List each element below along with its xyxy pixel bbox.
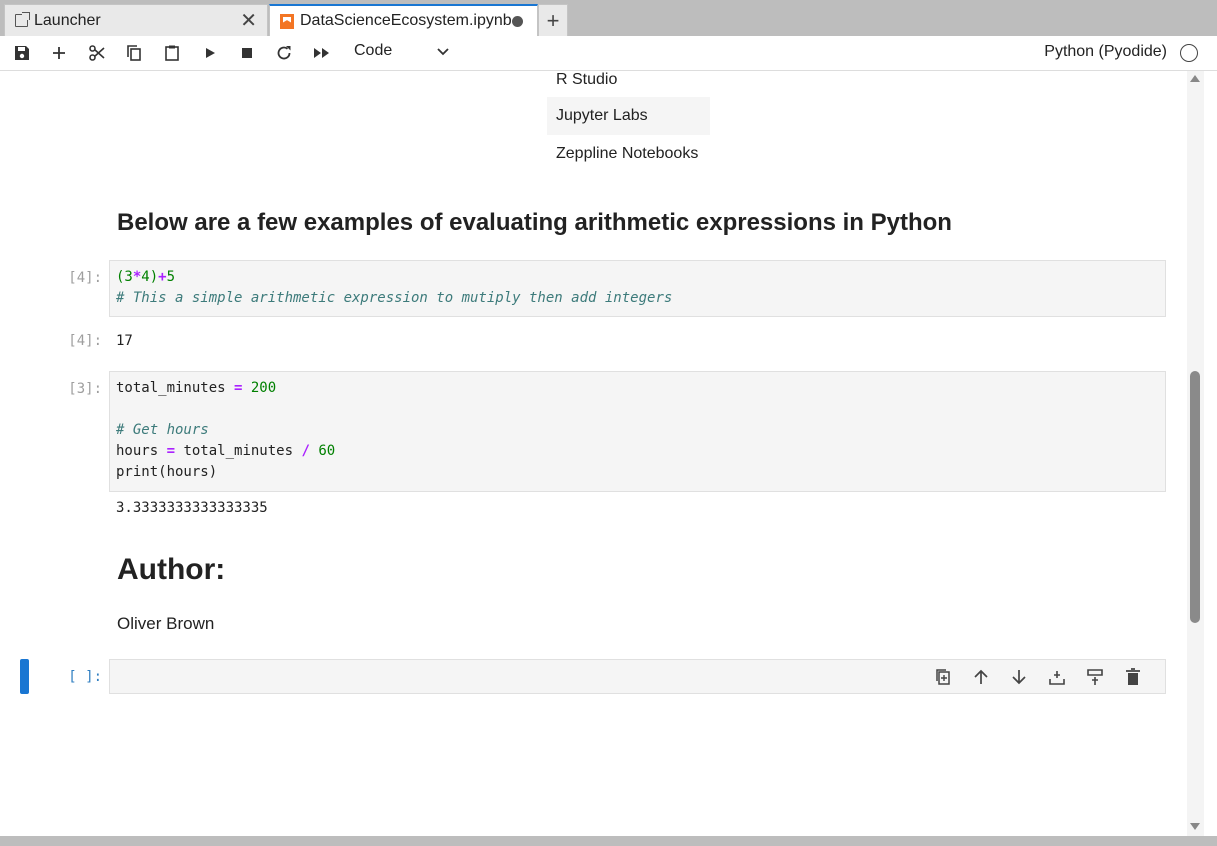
cell-type-value: Code	[354, 42, 393, 59]
list-item: Jupyter Labs	[547, 97, 710, 135]
notebook-icon	[280, 13, 294, 29]
move-up-icon	[974, 669, 988, 684]
cell-output: 17	[116, 333, 133, 349]
save-icon	[15, 46, 29, 60]
jupyter-window: Launcher ✕ DataScienceEcosystem.ipynb +	[0, 0, 1217, 846]
author-name: Oliver Brown	[117, 614, 215, 633]
input-prompt: [4]:	[68, 270, 102, 286]
paste-icon	[165, 45, 179, 61]
cut-button[interactable]	[83, 40, 111, 66]
copy-icon	[127, 45, 141, 61]
add-cell-icon	[53, 47, 65, 59]
run-all-button[interactable]	[308, 40, 336, 66]
add-cell-button[interactable]	[45, 40, 73, 66]
insert-below-icon	[1049, 671, 1065, 685]
run-button[interactable]	[196, 40, 224, 66]
markdown-heading: Below are a few examples of evaluating a…	[117, 209, 952, 236]
restart-icon	[277, 46, 291, 60]
code-cell-input[interactable]: (3*4)+5 # This a simple arithmetic expre…	[109, 260, 1166, 317]
duplicate-icon	[936, 669, 950, 685]
cell-type-select[interactable]: Code	[354, 42, 454, 66]
code-cell-input-empty[interactable]	[109, 659, 1166, 694]
tab-notebook-label: DataScienceEcosystem.ipynb	[300, 12, 512, 29]
input-prompt: [ ]:	[68, 669, 102, 685]
scroll-down-arrow-icon[interactable]	[1190, 823, 1200, 830]
move-down-button[interactable]	[1007, 665, 1031, 689]
delete-cell-button[interactable]	[1121, 665, 1145, 689]
move-up-button[interactable]	[969, 665, 993, 689]
close-icon[interactable]: ✕	[240, 8, 257, 33]
launcher-icon	[15, 12, 30, 27]
author-heading: Author:	[117, 553, 226, 586]
list-item: R Studio	[556, 71, 618, 88]
chevron-down-icon	[436, 40, 450, 69]
scrollbar-thumb[interactable]	[1190, 371, 1200, 623]
input-prompt: [3]:	[68, 381, 102, 397]
vertical-scrollbar[interactable]	[1187, 71, 1204, 836]
paste-button[interactable]	[158, 40, 186, 66]
restart-button[interactable]	[270, 40, 298, 66]
tab-notebook[interactable]: DataScienceEcosystem.ipynb	[269, 4, 538, 36]
copy-button[interactable]	[120, 40, 148, 66]
run-icon	[206, 48, 215, 58]
kernel-name[interactable]: Python (Pyodide)	[1044, 43, 1167, 61]
insert-below-button[interactable]	[1045, 665, 1069, 689]
tab-launcher[interactable]: Launcher ✕	[4, 4, 268, 36]
status-bar	[0, 836, 1217, 846]
list-item: Zeppline Notebooks	[556, 145, 699, 162]
notebook-toolbar: Code Python (Pyodide)	[0, 36, 1217, 71]
stop-icon	[242, 48, 252, 58]
move-down-icon	[1012, 670, 1026, 685]
cell-toolbar	[931, 665, 1145, 689]
output-prompt: [4]:	[68, 333, 102, 349]
save-button[interactable]	[8, 40, 36, 66]
new-tab-button[interactable]: +	[538, 4, 568, 36]
duplicate-cell-button[interactable]	[931, 665, 955, 689]
code-cell-input[interactable]: total_minutes = 200 # Get hours hours = …	[109, 371, 1166, 492]
notebook-panel: R Studio Jupyter Labs Zeppline Notebooks…	[0, 71, 1187, 836]
stop-button[interactable]	[233, 40, 261, 66]
kernel-status-icon	[1180, 44, 1198, 62]
cell-output: 3.3333333333333335	[116, 500, 268, 516]
insert-above-icon	[1087, 669, 1103, 685]
delete-icon	[1126, 668, 1140, 685]
active-cell-indicator[interactable]	[20, 659, 29, 694]
insert-above-button[interactable]	[1083, 665, 1107, 689]
tab-bar: Launcher ✕ DataScienceEcosystem.ipynb +	[0, 0, 1217, 36]
scroll-up-arrow-icon[interactable]	[1190, 75, 1200, 82]
unsaved-indicator-icon[interactable]	[512, 16, 523, 27]
run-all-icon	[314, 48, 329, 58]
right-gutter	[1204, 71, 1217, 836]
tab-launcher-label: Launcher	[34, 11, 101, 29]
cut-icon	[89, 45, 105, 61]
